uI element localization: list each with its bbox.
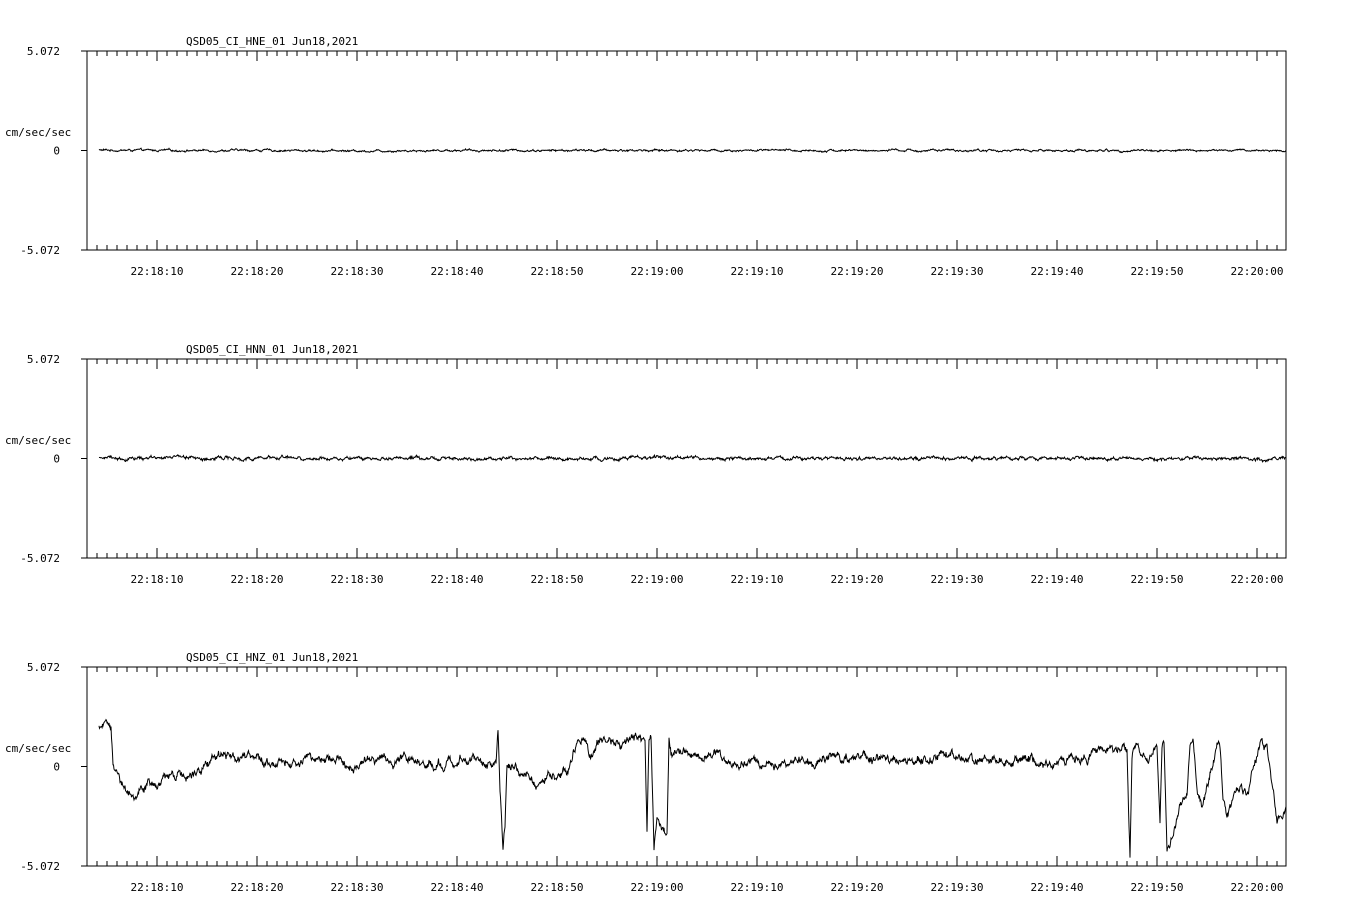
y-tick-label: -5.072 xyxy=(20,860,60,873)
x-tick-label: 22:18:40 xyxy=(431,573,484,586)
x-tick-label: 22:19:00 xyxy=(631,265,684,278)
seismogram-figure: 5.072 0 -5.072 cm/sec/sec QSD05_CI_HNE_01 Ju… xyxy=(5,35,1287,894)
x-tick-label: 22:18:20 xyxy=(231,573,284,586)
y-axis-label: cm/sec/sec xyxy=(5,742,71,755)
x-tick-label: 22:18:10 xyxy=(131,573,184,586)
y-axis-label: cm/sec/sec xyxy=(5,434,71,447)
waveform-trace xyxy=(98,453,1287,463)
x-tick-label: 22:18:20 xyxy=(231,265,284,278)
y-axis-label: cm/sec/sec xyxy=(5,126,71,139)
plot-frame xyxy=(86,666,1287,867)
x-tick-label: 22:19:50 xyxy=(1131,265,1184,278)
x-tick-label: 22:20:00 xyxy=(1231,265,1284,278)
x-tick-label: 22:19:10 xyxy=(731,881,784,894)
panel-3: 5.072 0 -5.072 cm/sec/sec QSD05_CI_HNZ_01 Ju… xyxy=(5,651,1287,894)
x-tick-label: 22:20:00 xyxy=(1231,881,1284,894)
x-tick-label: 22:19:30 xyxy=(931,265,984,278)
x-tick-label: 22:19:10 xyxy=(731,573,784,586)
panel-title: QSD05_CI_HNE_01 Jun18,2021 xyxy=(186,35,358,48)
x-tick-label: 22:18:10 xyxy=(131,881,184,894)
panel-title: QSD05_CI_HNN_01 Jun18,2021 xyxy=(186,343,358,356)
waveform-trace xyxy=(98,147,1287,154)
x-tick-label: 22:19:40 xyxy=(1031,573,1084,586)
y-tick-label: 0 xyxy=(53,453,60,466)
panel-title: QSD05_CI_HNZ_01 Jun18,2021 xyxy=(186,651,358,664)
panel-2: 5.072 0 -5.072 cm/sec/sec QSD05_CI_HNN_01 Ju… xyxy=(5,343,1287,586)
x-tick-label: 22:18:10 xyxy=(131,265,184,278)
x-tick-label: 22:18:50 xyxy=(531,573,584,586)
x-tick-label: 22:18:30 xyxy=(331,573,384,586)
x-tick-label: 22:19:10 xyxy=(731,265,784,278)
x-tick-label: 22:19:00 xyxy=(631,881,684,894)
y-tick-label: 0 xyxy=(53,761,60,774)
x-tick-label: 22:19:20 xyxy=(831,881,884,894)
y-tick-label: 5.072 xyxy=(27,661,60,674)
panel-1: 5.072 0 -5.072 cm/sec/sec QSD05_CI_HNE_01 Ju… xyxy=(5,35,1287,278)
x-tick-label: 22:18:40 xyxy=(431,881,484,894)
x-tick-label: 22:19:40 xyxy=(1031,881,1084,894)
x-tick-label: 22:20:00 xyxy=(1231,573,1284,586)
x-tick-label: 22:19:30 xyxy=(931,881,984,894)
x-tick-label: 22:19:20 xyxy=(831,265,884,278)
x-tick-label: 22:18:30 xyxy=(331,265,384,278)
x-tick-label: 22:18:30 xyxy=(331,881,384,894)
x-tick-label: 22:19:00 xyxy=(631,573,684,586)
x-tick-label: 22:19:40 xyxy=(1031,265,1084,278)
y-tick-label: 5.072 xyxy=(27,353,60,366)
waveform-trace xyxy=(98,718,1287,858)
y-tick-label: 5.072 xyxy=(27,45,60,58)
y-tick-label: -5.072 xyxy=(20,552,60,565)
x-tick-label: 22:19:50 xyxy=(1131,881,1184,894)
y-tick-label: -5.072 xyxy=(20,244,60,257)
x-tick-label: 22:19:20 xyxy=(831,573,884,586)
y-tick-label: 0 xyxy=(53,145,60,158)
x-tick-label: 22:18:40 xyxy=(431,265,484,278)
x-tick-label: 22:18:50 xyxy=(531,265,584,278)
x-tick-label: 22:19:50 xyxy=(1131,573,1184,586)
x-tick-label: 22:19:30 xyxy=(931,573,984,586)
x-tick-label: 22:18:20 xyxy=(231,881,284,894)
x-tick-label: 22:18:50 xyxy=(531,881,584,894)
